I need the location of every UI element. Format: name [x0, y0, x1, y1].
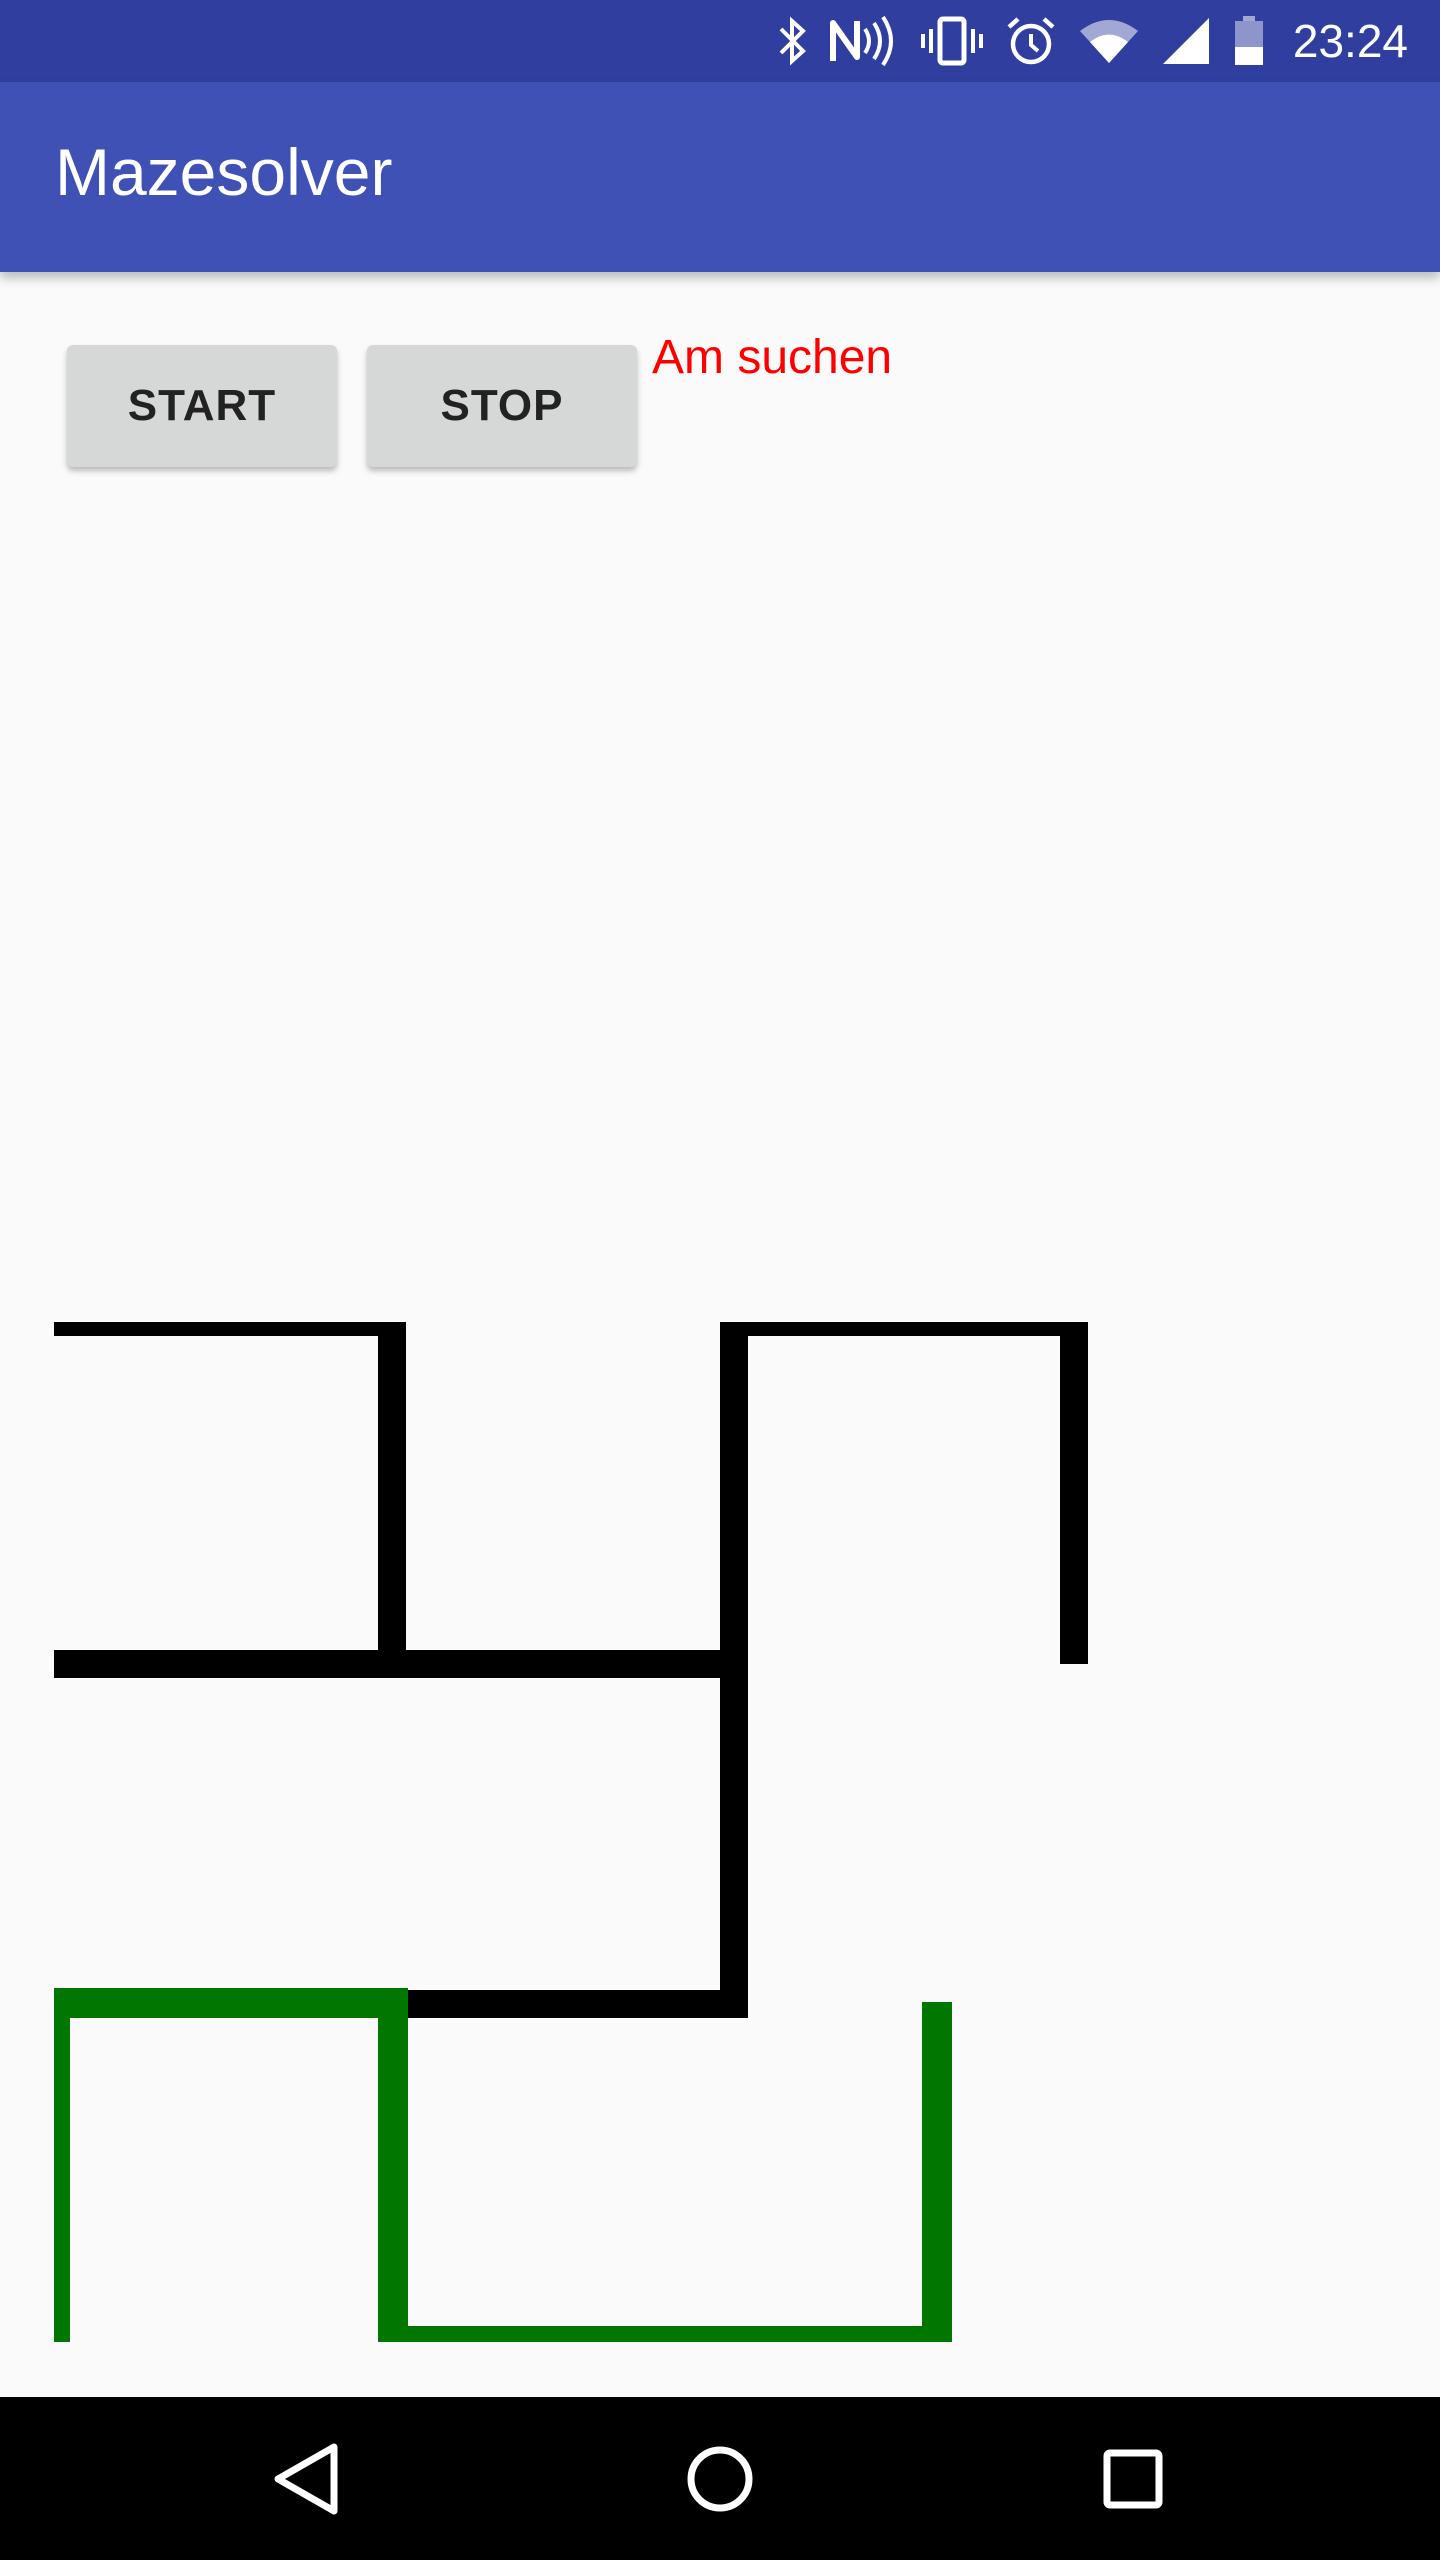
- search-status-text: Am suchen: [652, 331, 893, 384]
- status-icons: 23:24: [777, 0, 1408, 82]
- home-button[interactable]: [620, 2397, 820, 2560]
- maze-solution-path: [54, 1988, 952, 2342]
- app-bar: Mazesolver: [0, 82, 1440, 272]
- maze-wall: [378, 1322, 406, 1666]
- app-title: Mazesolver: [55, 135, 393, 209]
- bluetooth-icon: [777, 15, 807, 67]
- maze-wall: [54, 1322, 406, 1336]
- recents-icon: [1103, 2449, 1163, 2508]
- stop-button[interactable]: STOP: [367, 345, 637, 467]
- maze-walls: [54, 1322, 1088, 2018]
- maze-wall: [720, 1322, 1088, 1336]
- maze-wall: [1060, 1322, 1088, 1664]
- screen: 23:24 Mazesolver START STOP Am suchen: [0, 0, 1440, 2560]
- recents-button[interactable]: [1033, 2397, 1233, 2560]
- path-segment: [922, 2002, 952, 2342]
- path-segment: [54, 1988, 406, 2018]
- battery-icon: [1233, 15, 1265, 67]
- maze-wall: [378, 1990, 748, 2018]
- path-segment: [54, 1988, 70, 2342]
- vibrate-icon: [920, 15, 983, 67]
- maze-wall: [720, 1322, 748, 2018]
- status-bar: 23:24: [0, 0, 1440, 82]
- maze-wall: [54, 1650, 748, 1678]
- cell-signal-icon: [1161, 16, 1211, 66]
- start-button[interactable]: START: [67, 345, 337, 467]
- status-time: 23:24: [1292, 15, 1408, 67]
- wifi-icon: [1079, 17, 1139, 65]
- alarm-icon: [1005, 15, 1057, 67]
- path-segment: [378, 2326, 952, 2342]
- back-icon: [274, 2443, 338, 2514]
- path-segment: [378, 1988, 408, 2342]
- home-icon: [687, 2446, 753, 2511]
- nfc-icon: [829, 13, 899, 69]
- navigation-bar: [0, 2397, 1440, 2560]
- back-button[interactable]: [207, 2397, 407, 2560]
